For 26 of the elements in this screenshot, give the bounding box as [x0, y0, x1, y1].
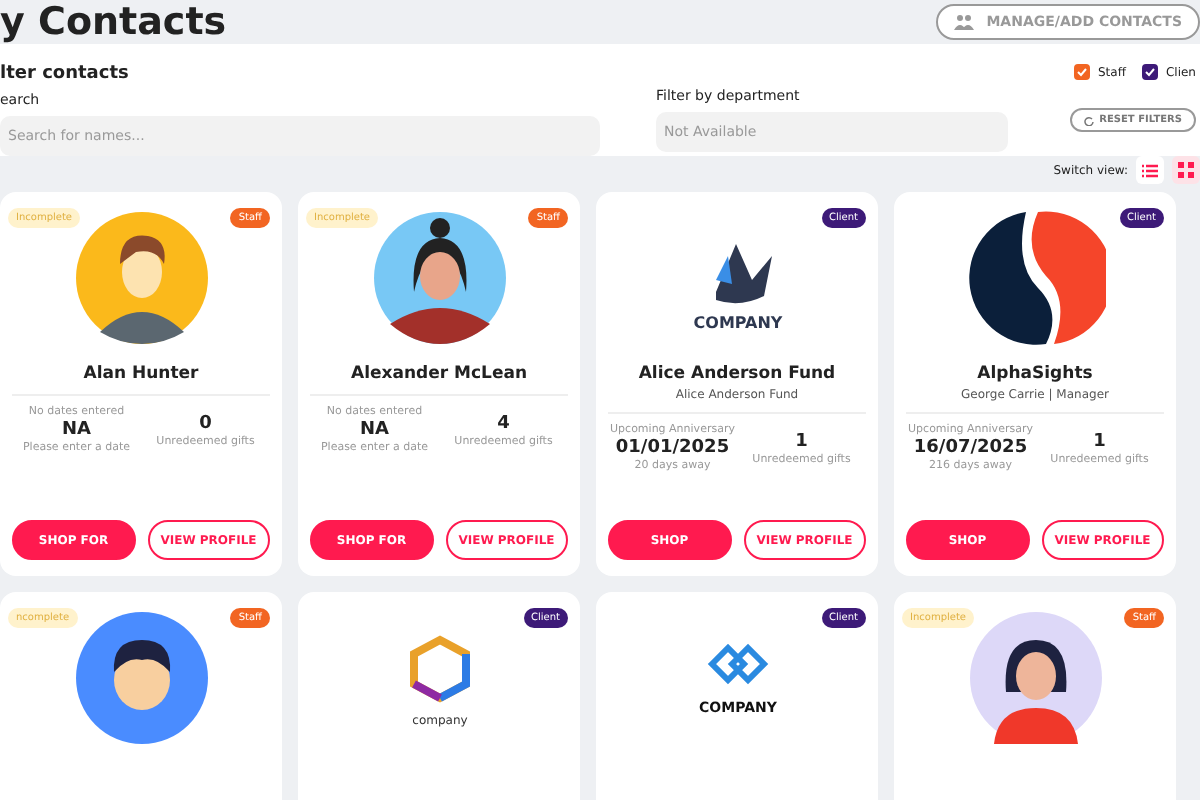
date-value: NA	[62, 420, 91, 440]
gift-count: 0	[199, 413, 212, 433]
people-icon	[954, 14, 975, 30]
avatar-drawing	[969, 612, 1101, 744]
gift-count: 1	[1093, 431, 1106, 451]
contact-name: AlphaSights	[977, 364, 1093, 384]
avatar-drawing	[373, 212, 505, 344]
date-value: 01/01/2025	[615, 438, 730, 458]
contact-name: Alice Anderson Fund	[638, 364, 836, 384]
contact-name: Alan Hunter	[83, 364, 199, 384]
avatar-drawing	[75, 212, 207, 344]
filter-heading: lter contacts	[0, 64, 131, 84]
view-toggle[interactable]	[1136, 156, 1164, 184]
company-logo	[965, 208, 1105, 348]
grid-icon	[1178, 162, 1194, 178]
page-title: y Contacts	[0, 0, 227, 44]
date-value: 16/07/2025	[913, 438, 1028, 458]
view-toggle[interactable]	[1172, 156, 1200, 184]
avatar-drawing	[75, 612, 207, 744]
date-value: NA	[360, 420, 389, 440]
contact-name: Alexander McLean	[351, 364, 527, 384]
gift-count: 1	[795, 431, 808, 451]
refresh-icon	[1083, 115, 1094, 125]
list-icon	[1142, 163, 1158, 177]
company-logo: COMPANY	[671, 212, 803, 344]
gift-count: 4	[497, 413, 510, 433]
